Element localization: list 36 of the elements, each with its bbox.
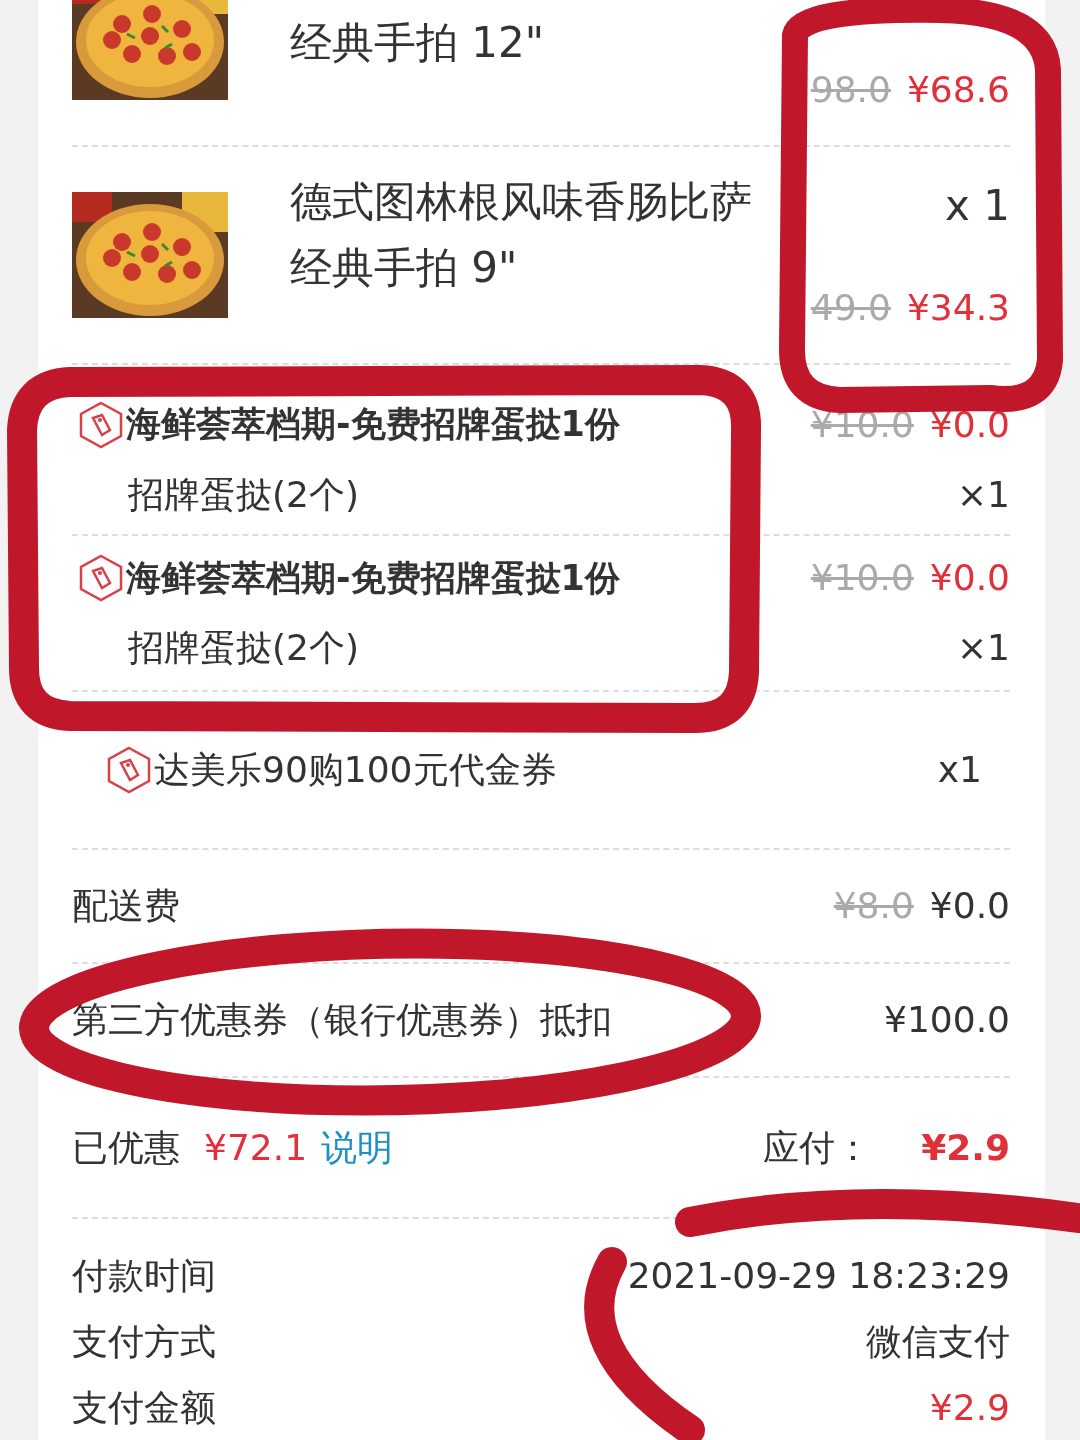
price: ¥0.0 [929,402,1010,447]
product-spec: 经典手拍 9" [290,243,519,294]
price: ¥0.0 [929,556,1010,600]
product-spec: 经典手拍 12" [290,18,546,69]
product-name: 德式图林根风味香肠比萨 [290,177,753,228]
original-price: 49.0 [810,286,891,330]
gift-spec: 招牌蛋挞(2个) [128,472,359,517]
price: ¥68.6 [906,68,1010,112]
original-price: ¥10.0 [810,402,914,447]
gift-spec: 招牌蛋挞(2个) [128,626,359,670]
payment-label: 支付金额 [72,1386,216,1430]
payment-label: 付款时间 [72,1254,216,1298]
explain-link[interactable]: 说明 [321,1120,394,1175]
payment-value: 2021-09-29 18:23:29 [627,1254,1010,1298]
due-amount: ¥2.9 [921,1125,1010,1170]
original-price: ¥10.0 [810,556,914,600]
fee-label: 第三方优惠券（银行优惠券）抵扣 [72,998,612,1042]
original-price: 98.0 [810,68,891,112]
quantity: ×1 [956,472,1010,517]
price: ¥34.3 [906,286,1010,330]
due-label: 应付： [763,1125,872,1170]
discount-label: 已优惠 [72,1125,180,1170]
payment-value: ¥2.9 [929,1386,1010,1430]
price: ¥0.0 [929,884,1010,928]
quantity: x1 [937,748,982,792]
quantity: x 1 [945,181,1010,232]
fee-amount: ¥100.0 [884,998,1010,1042]
quantity: ×1 [956,626,1010,670]
gift-name: 海鲜荟萃档期-免费招牌蛋挞1份 [126,403,620,447]
discount-amount: ¥72.1 [204,1125,308,1170]
gift-name: 海鲜荟萃档期-免费招牌蛋挞1份 [126,556,620,600]
payment-label: 支付方式 [72,1320,216,1364]
original-price: ¥8.0 [833,884,914,928]
fee-label: 配送费 [72,884,180,928]
payment-value: 微信支付 [866,1320,1010,1364]
voucher-name: 达美乐90购100元代金券 [154,748,557,792]
